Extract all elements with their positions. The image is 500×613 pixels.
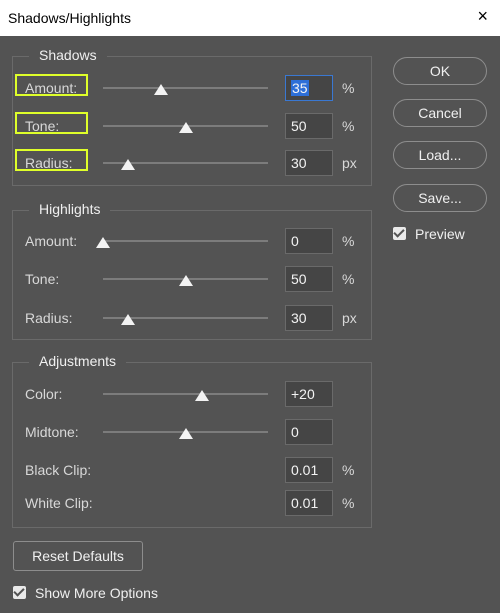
highlights-tone-label: Tone: [25,271,60,287]
highlights-amount-row: Amount: 0 % [13,228,373,254]
adjustments-group: Adjustments Color: +20 Midtone: 0 Black … [12,353,373,528]
cancel-button[interactable]: Cancel [393,99,487,127]
shadows-amount-unit: % [342,80,355,96]
white-clip-unit: % [342,495,355,511]
midtone-label: Midtone: [25,424,79,440]
midtone-field[interactable]: 0 [285,419,333,445]
shadows-radius-field[interactable]: 30 [285,150,333,176]
show-more-options-checkbox[interactable] [13,586,26,599]
color-field[interactable]: +20 [285,381,333,407]
highlights-radius-row: Radius: 30 px [13,305,373,331]
highlights-amount-label: Amount: [25,233,78,249]
shadows-radius-label: Radius: [25,155,73,171]
close-icon[interactable]: × [477,7,488,25]
shadows-amount-row: Amount: 35 % [13,74,373,101]
highlights-radius-label: Radius: [25,310,73,326]
title-bar: Shadows/Highlights × [0,0,500,36]
highlights-radius-field[interactable]: 30 [285,305,333,331]
preview-checkbox[interactable] [393,227,406,240]
shadows-radius-unit: px [342,155,357,171]
white-clip-field[interactable]: 0.01 [285,490,333,516]
shadows-group: Shadows Amount: 35 % Tone: 50 % Radius: … [12,47,373,186]
shadows-legend: Shadows [29,47,107,63]
dialog-title: Shadows/Highlights [8,10,131,26]
highlights-tone-field[interactable]: 50 [285,266,333,292]
load-button[interactable]: Load... [393,141,487,169]
midtone-row: Midtone: 0 [13,419,373,445]
color-row: Color: +20 [13,381,373,407]
highlights-radius-unit: px [342,310,357,326]
shadows-amount-field[interactable]: 35 [285,75,333,101]
highlights-legend: Highlights [29,201,111,217]
highlights-amount-slider[interactable] [103,240,268,242]
ok-button[interactable]: OK [393,57,487,85]
black-clip-field[interactable]: 0.01 [285,457,333,483]
white-clip-label: White Clip: [25,495,93,511]
black-clip-unit: % [342,462,355,478]
save-button[interactable]: Save... [393,184,487,212]
color-label: Color: [25,386,63,402]
shadows-tone-unit: % [342,118,355,134]
shadows-tone-label: Tone: [25,118,60,134]
shadows-tone-row: Tone: 50 % [13,112,373,139]
shadows-amount-slider[interactable] [103,87,268,89]
color-slider[interactable] [103,393,268,395]
highlights-amount-field[interactable]: 0 [285,228,333,254]
highlights-tone-row: Tone: 50 % [13,266,373,292]
show-more-options-label: Show More Options [35,585,158,601]
shadows-tone-thumb[interactable] [178,122,193,133]
black-clip-row: Black Clip: 0.01 % [13,457,373,483]
highlights-group: Highlights Amount: 0 % Tone: 50 % Radius… [12,201,373,340]
highlights-tone-thumb[interactable] [178,275,193,286]
highlights-amount-unit: % [342,233,355,249]
shadows-amount-thumb[interactable] [153,84,168,95]
adjustments-legend: Adjustments [29,353,127,369]
midtone-thumb[interactable] [178,428,193,439]
color-thumb[interactable] [195,390,209,401]
shadows-radius-thumb[interactable] [120,159,135,170]
white-clip-row: White Clip: 0.01 % [13,490,373,516]
black-clip-label: Black Clip: [25,462,92,478]
shadows-amount-label: Amount: [25,80,78,96]
reset-defaults-button[interactable]: Reset Defaults [13,541,143,571]
highlights-tone-unit: % [342,271,355,287]
shadows-tone-field[interactable]: 50 [285,113,333,139]
shadows-radius-row: Radius: 30 px [13,149,373,176]
preview-label: Preview [415,226,465,242]
highlights-radius-thumb[interactable] [120,314,135,325]
highlights-amount-thumb[interactable] [96,237,110,248]
